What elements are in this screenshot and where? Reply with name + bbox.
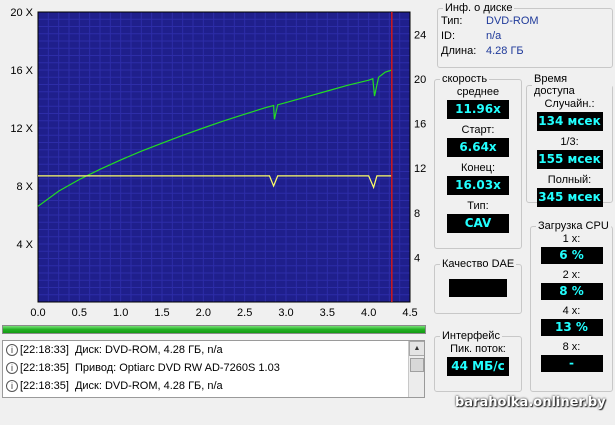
interface-title: Интерфейс	[442, 330, 500, 342]
scroll-up-button[interactable]: ▲	[409, 341, 424, 356]
access-time-group: Время доступа Случайн.: 134 мсек 1/3: 15…	[526, 73, 613, 207]
info-icon: i	[6, 344, 18, 356]
speed-type-value: CAV	[447, 214, 509, 233]
x-tick-label: 0.0	[30, 307, 45, 319]
speed-end-label: Конец:	[460, 162, 496, 174]
speed-start-label: Старт:	[461, 124, 495, 136]
log-text: Привод: Optiarc DVD RW AD-7260S 1.03	[74, 362, 280, 374]
log-row: i [22:18:33] Диск: DVD-ROM, 4.28 ГБ, n/a	[3, 341, 424, 359]
x-tick-label: 4.5	[402, 307, 417, 319]
disc-type-value: DVD-ROM	[486, 15, 539, 27]
info-icon: i	[6, 362, 18, 374]
log-panel: i [22:18:33] Диск: DVD-ROM, 4.28 ГБ, n/a…	[2, 340, 425, 398]
cpu-usage-group: Загрузка CPU 1 x: 6 % 2 x: 8 % 4 x: 13 %…	[530, 220, 613, 392]
log-scrollbar[interactable]: ▲	[408, 341, 424, 397]
x-tick-label: 1.5	[154, 307, 169, 319]
progress-bar	[2, 325, 426, 334]
info-icon: i	[6, 380, 18, 392]
y-right-tick-label: 4	[414, 252, 420, 264]
log-time: [22:18:35]	[20, 380, 69, 392]
cpu-1x-label: 1 x:	[562, 233, 581, 245]
speed-type-label: Тип:	[467, 200, 489, 212]
y-left-tick-label: 20 X	[10, 7, 33, 19]
dae-title: Качество DAE	[442, 258, 515, 270]
log-row: i [22:18:35] Диск: DVD-ROM, 4.28 ГБ, n/a	[3, 377, 424, 395]
access-full-label: Полный:	[547, 174, 592, 186]
cpu-4x-label: 4 x:	[562, 305, 581, 317]
dae-group: Качество DAE	[434, 258, 522, 314]
y-left-tick-label: 4 X	[16, 239, 33, 251]
cpu-8x-label: 8 x:	[562, 341, 581, 353]
y-left-tick-label: 8 X	[16, 181, 33, 193]
speed-end-value: 16.03x	[447, 176, 509, 195]
x-tick-label: 3.5	[320, 307, 335, 319]
speed-group: скорость среднее 11.96x Старт: 6.64x Кон…	[434, 73, 522, 249]
speed-avg-value: 11.96x	[447, 100, 509, 119]
speed-avg-label: среднее	[456, 86, 500, 98]
access-third-label: 1/3:	[560, 136, 579, 148]
disc-info-group: Инф. о диске Тип: DVD-ROM ID: n/a Длина:…	[437, 2, 613, 68]
cpu-4x-value: 13 %	[540, 319, 603, 336]
cpu-2x-value: 8 %	[540, 283, 603, 300]
disc-info-title: Инф. о диске	[445, 2, 513, 14]
access-third-value: 155 мсек	[536, 150, 603, 169]
access-time-title: Время доступа	[534, 73, 575, 97]
disc-length-row: Длина: 4.28 ГБ	[438, 44, 612, 59]
x-tick-label: 0.5	[72, 307, 87, 319]
speed-title: скорость	[442, 73, 488, 85]
log-time: [22:18:35]	[20, 362, 69, 374]
speed-start-value: 6.64x	[447, 138, 509, 157]
disc-length-label: Длина:	[441, 45, 477, 57]
burst-rate-label: Пик. поток:	[450, 343, 506, 355]
log-row: i [22:18:35] Привод: Optiarc DVD RW AD-7…	[3, 359, 424, 377]
disc-id-row: ID: n/a	[438, 29, 612, 44]
scroll-thumb[interactable]	[410, 358, 424, 372]
y-left-tick-label: 12 X	[10, 123, 33, 135]
burst-rate-value: 44 МБ/с	[447, 357, 509, 376]
chart-svg: 20 X 16 X 12 X 8 X 4 X 24 20 16 12 8 4 0.0 0.5 1.0 1.5…	[10, 7, 426, 319]
log-text: Диск: DVD-ROM, 4.28 ГБ, n/a	[74, 344, 223, 356]
y-right-tick-label: 16	[414, 119, 426, 131]
cpu-8x-value: -	[540, 355, 603, 372]
y-right-tick-label: 20	[414, 74, 426, 86]
disc-type-label: Тип:	[441, 15, 463, 27]
dae-value	[449, 279, 507, 297]
interface-group: Интерфейс Пик. поток: 44 МБ/с	[434, 330, 522, 392]
log-time: [22:18:33]	[20, 344, 69, 356]
x-tick-label: 2.0	[196, 307, 211, 319]
watermark: baraholka.onliner.by	[455, 395, 606, 410]
cpu-2x-label: 2 x:	[562, 269, 581, 281]
cpu-usage-title: Загрузка CPU	[538, 220, 609, 232]
disc-type-row: Тип: DVD-ROM	[438, 14, 612, 29]
x-tick-label: 3.0	[278, 307, 293, 319]
y-right-tick-label: 8	[414, 208, 420, 220]
progress-fill	[3, 326, 425, 333]
disc-id-label: ID:	[441, 30, 456, 42]
x-tick-label: 4.0	[361, 307, 376, 319]
speed-chart: 20 X 16 X 12 X 8 X 4 X 24 20 16 12 8 4 0.0 0.5 1.0 1.5…	[0, 0, 432, 322]
log-text: Диск: DVD-ROM, 4.28 ГБ, n/a	[74, 380, 223, 392]
x-tick-label: 2.5	[237, 307, 252, 319]
access-full-value: 345 мсек	[536, 188, 603, 207]
y-right-tick-label: 24	[414, 29, 426, 41]
disc-length-value: 4.28 ГБ	[486, 45, 524, 57]
cpu-1x-value: 6 %	[540, 247, 603, 264]
access-random-value: 134 мсек	[536, 112, 603, 131]
y-left-tick-label: 16 X	[10, 65, 33, 77]
x-tick-label: 1.0	[113, 307, 128, 319]
access-random-label: Случайн.:	[544, 98, 595, 110]
disc-id-value: n/a	[486, 30, 502, 42]
y-right-tick-label: 12	[414, 163, 426, 175]
